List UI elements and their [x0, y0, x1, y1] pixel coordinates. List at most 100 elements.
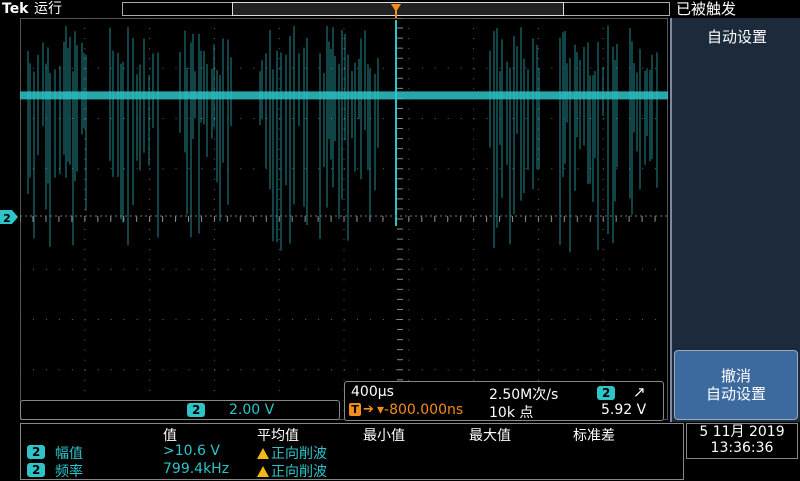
grid-dot [421, 268, 423, 270]
grid-dot [278, 188, 280, 190]
grid-dot [136, 268, 138, 270]
grid-dot [175, 168, 177, 170]
grid-dot [278, 28, 280, 30]
grid-dot [136, 369, 138, 371]
grid-dot [603, 118, 605, 119]
measurement-row[interactable]: 2 频率 799.4kHz 正向削波 [27, 461, 677, 480]
grid-dot [537, 359, 539, 361]
grid-dot [58, 369, 60, 371]
grid-dot [602, 148, 604, 150]
grid-dot [149, 289, 151, 291]
grid-dot [629, 268, 631, 270]
grid-dot [343, 128, 345, 130]
grid-dot [434, 168, 436, 170]
grid-dot [97, 369, 99, 371]
grid-dot [343, 48, 345, 50]
grid-dot [499, 67, 501, 69]
grid-dot [408, 48, 410, 50]
grid-dot [175, 67, 177, 69]
grid-dot [188, 168, 190, 170]
grid-dot [149, 268, 151, 270]
measurements-panel[interactable]: 值 平均值 最小值 最大值 标准差 2 幅值 >10.6 V 正向削波 2 频率… [20, 423, 684, 480]
time: 13:36:36 [710, 440, 774, 456]
grid-dot [213, 38, 215, 40]
grid-dot [84, 48, 86, 50]
grid-dot [149, 198, 151, 200]
grid-dot [162, 118, 164, 119]
trigger-channel-badge: 2 [597, 386, 616, 400]
grid-dot [356, 118, 358, 119]
run-state: 运行 [34, 1, 62, 17]
grid-dot [538, 268, 540, 270]
grid-dot [395, 369, 397, 371]
grid-dot [499, 268, 501, 270]
grid-dot [408, 58, 410, 60]
grid-dot [84, 229, 86, 231]
grid-dot [525, 67, 527, 69]
grid-dot [473, 118, 475, 119]
grid-dot [84, 339, 86, 341]
grid-dot [32, 268, 34, 270]
grid-dot [331, 319, 333, 320]
grid-dot [110, 67, 112, 69]
grid-dot [278, 309, 280, 311]
grid-dot [343, 38, 345, 40]
grid-dot [343, 339, 345, 341]
sample-rate: 2.50M次/s [489, 387, 559, 403]
grid-dot [343, 88, 345, 90]
grid-dot [655, 369, 657, 371]
grid-dot [602, 249, 604, 251]
grid-dot [408, 18, 410, 19]
grid-dot [20, 268, 21, 270]
measurement-channel-badge: 2 [27, 463, 46, 477]
channel-badge: 2 [187, 403, 206, 417]
grid-dot [278, 349, 280, 351]
grid-dot [473, 369, 475, 371]
grid-dot [136, 67, 138, 69]
grid-dot [434, 268, 436, 270]
grid-dot [279, 118, 281, 119]
datetime-readout[interactable]: 5 11月 2019 13:36:36 [686, 423, 798, 459]
grid-dot [84, 319, 86, 320]
grid-dot [602, 138, 604, 140]
undo-autoset-button[interactable]: 撤消 自动设置 [674, 350, 798, 420]
grid-dot [253, 67, 255, 69]
grid-dot [616, 268, 618, 270]
grid-dot [537, 239, 539, 241]
grid-dot [149, 389, 151, 391]
grid-dot [188, 67, 190, 69]
grid-dot [486, 369, 488, 371]
grid-dot [84, 188, 86, 190]
timebase-readout[interactable]: 400µs 2.50M次/s 2 ↗ T ➔ ▾-800.000ns 10k 点… [344, 381, 664, 421]
grid-dot [408, 178, 410, 180]
grid-dot [382, 168, 384, 170]
grid-dot [343, 178, 345, 180]
grid-dot [408, 279, 410, 281]
grid-dot [292, 369, 294, 371]
grid-dot [253, 168, 255, 170]
grid-dot [213, 188, 215, 190]
grid-dot [149, 339, 151, 341]
header-stddev: 标准差 [573, 428, 615, 444]
measurement-row[interactable]: 2 幅值 >10.6 V 正向削波 [27, 443, 677, 462]
grid-dot [473, 339, 475, 341]
grid-dot [537, 48, 539, 50]
grid-dot [473, 67, 475, 69]
grid-dot [408, 319, 410, 320]
channel-ground-marker[interactable]: 2 [0, 209, 20, 225]
grid-dot [486, 268, 488, 270]
grid-dot [213, 359, 215, 361]
grid-dot [408, 78, 410, 80]
grid-dot [499, 319, 501, 320]
waveform-display[interactable] [19, 17, 668, 420]
grid-dot [292, 268, 294, 270]
grid-dot [408, 28, 410, 30]
grid-dot [266, 268, 268, 270]
waveform-baseline [20, 91, 668, 100]
grid-dot [473, 319, 475, 320]
grid-dot [240, 369, 242, 371]
grid-dot [408, 239, 410, 241]
grid-dot [577, 268, 579, 270]
grid-dot [602, 309, 604, 311]
channel-readout[interactable]: 2 2.00 V [20, 400, 340, 420]
